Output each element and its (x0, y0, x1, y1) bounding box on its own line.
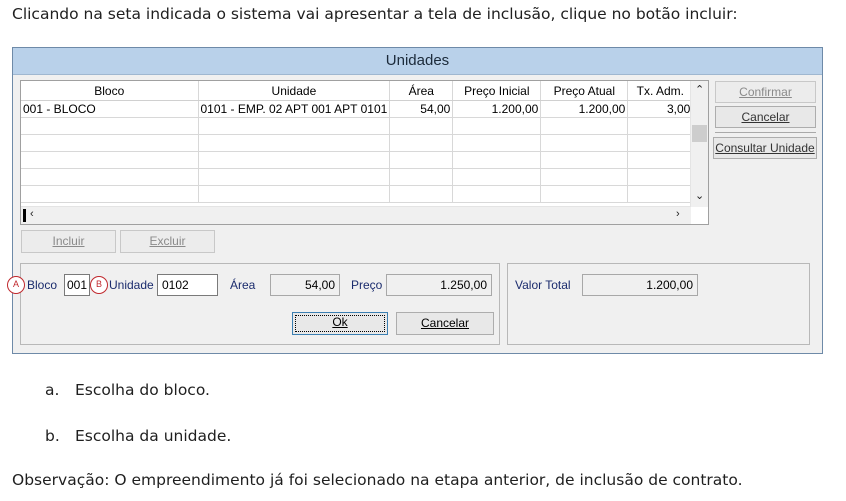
bloco-label: Bloco (27, 278, 58, 292)
valor-total-label: Valor Total (515, 278, 571, 292)
chevron-down-icon[interactable]: ⌄ (695, 189, 704, 202)
preco-field: 1.250,00 (386, 274, 492, 296)
empty-row (21, 134, 694, 152)
preco-label: Preço (351, 278, 383, 292)
empty-row (21, 117, 694, 135)
divider (715, 132, 816, 133)
cell-area[interactable]: 54,00 (389, 100, 454, 118)
marker-b: B (90, 276, 108, 294)
cell-unidade[interactable]: 0101 - EMP. 02 APT 001 APT 0101 (198, 100, 391, 118)
column-header-area[interactable]: Área (389, 81, 454, 101)
cell-bloco[interactable]: 001 - BLOCO (21, 100, 199, 118)
cell-preco-inicial[interactable]: 1.200,00 (452, 100, 542, 118)
list-marker-a: a. (45, 381, 60, 399)
unidades-grid[interactable]: Bloco Unidade Área Preço Inicial Preço A… (20, 80, 709, 225)
column-header-tx-adm[interactable]: Tx. Adm. (627, 81, 694, 101)
incluir-button[interactable]: Incluir (21, 230, 116, 253)
empty-row (21, 185, 694, 203)
intro-text: Clicando na seta indicada o sistema vai … (12, 5, 738, 23)
ok-button[interactable]: Ok (292, 312, 388, 335)
horizontal-scroll-thumb[interactable] (23, 209, 26, 222)
empty-row (21, 168, 694, 186)
cell-preco-atual[interactable]: 1.200,00 (540, 100, 629, 118)
area-field: 54,00 (270, 274, 340, 296)
unidades-dialog: Unidades Bloco Unidade Área Preço Inicia… (7, 47, 823, 354)
list-item-b: Escolha da unidade. (75, 427, 232, 445)
column-header-preco-inicial[interactable]: Preço Inicial (452, 81, 542, 101)
consultar-unidade-button[interactable]: Consultar Unidade (713, 137, 817, 159)
chevron-right-icon[interactable]: › (676, 208, 680, 220)
column-header-unidade[interactable]: Unidade (198, 81, 391, 101)
table-row[interactable]: 001 - BLOCO 0101 - EMP. 02 APT 001 APT 0… (21, 100, 694, 118)
confirmar-button[interactable]: Confirmar (715, 81, 816, 103)
column-header-bloco[interactable]: Bloco (21, 81, 199, 101)
column-header-preco-atual[interactable]: Preço Atual (540, 81, 629, 101)
dialog-title: Unidades (13, 48, 822, 75)
observation-text: Observação: O empreendimento já foi sele… (12, 471, 743, 489)
unidade-input[interactable]: 0102 (157, 274, 218, 296)
vertical-scroll-thumb[interactable] (692, 125, 707, 142)
list-marker-b: b. (45, 427, 60, 445)
vertical-scrollbar[interactable]: ⌃ ⌄ (690, 81, 708, 207)
marker-a: A (7, 276, 25, 294)
cell-tx-adm[interactable]: 3,00 (627, 100, 694, 118)
horizontal-scrollbar[interactable]: ‹ › (21, 206, 691, 224)
cancelar-side-button[interactable]: Cancelar (715, 106, 816, 128)
chevron-left-icon[interactable]: ‹ (30, 208, 34, 220)
excluir-button[interactable]: Excluir (120, 230, 215, 253)
valor-total-field: 1.200,00 (582, 274, 698, 296)
unidade-label: Unidade (109, 278, 154, 292)
list-item-a: Escolha do bloco. (75, 381, 210, 399)
chevron-up-icon[interactable]: ⌃ (695, 83, 704, 96)
bloco-input[interactable]: 001 (64, 274, 90, 296)
area-label: Área (230, 278, 256, 292)
cancelar-button[interactable]: Cancelar (396, 312, 494, 335)
empty-row (21, 151, 694, 169)
